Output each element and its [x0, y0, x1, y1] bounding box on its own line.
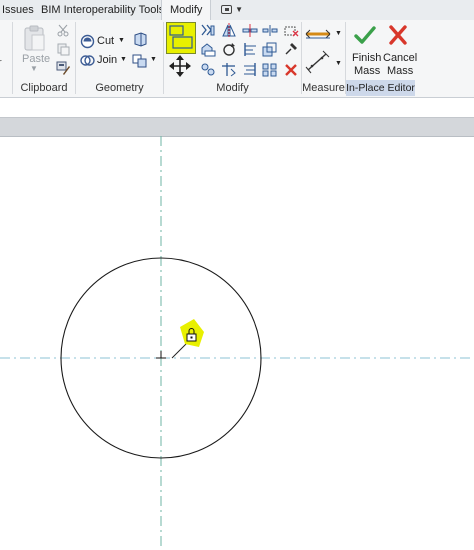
join-dropdown-icon[interactable]: ▼	[120, 56, 127, 63]
options-bar	[0, 117, 474, 137]
dimension-dropdown-icon[interactable]: ▼	[335, 60, 342, 67]
ribbon-tab-bar: Issues BIM Interoperability Tools Modify…	[0, 0, 474, 21]
tab-issues[interactable]: Issues	[2, 0, 34, 20]
cut-off-icon: r	[0, 57, 2, 69]
paste-icon[interactable]	[20, 24, 50, 54]
modify-panel-label: Modify	[216, 82, 249, 94]
align-icon	[169, 25, 193, 49]
finish-mass-label-line1: Finish	[352, 52, 382, 64]
drawing-area	[0, 136, 474, 547]
wall-joins-icon[interactable]	[133, 32, 148, 47]
copy-icon[interactable]	[56, 42, 70, 56]
array-icon[interactable]	[200, 62, 216, 77]
cancel-mass-label-line2: Mass	[387, 65, 414, 77]
trim-extend-icon[interactable]	[242, 42, 258, 57]
delete-icon[interactable]	[283, 62, 299, 77]
split-face-icon[interactable]	[132, 53, 148, 68]
tab-display-options-button[interactable]: ▼	[221, 3, 243, 16]
finish-mass-button[interactable]: Finish Mass	[348, 23, 381, 79]
panel-toggle-icon	[221, 5, 233, 14]
cut-scissors-icon[interactable]	[56, 23, 70, 37]
cancel-mass-button[interactable]: Cancel Mass	[381, 23, 418, 79]
tab-modify[interactable]: Modify	[161, 0, 212, 21]
finish-check-icon	[354, 26, 376, 44]
scale-icon[interactable]	[262, 42, 278, 57]
ribbon: r Paste ▼ Clipboard	[0, 20, 474, 98]
paste-dropdown-icon[interactable]: ▼	[30, 64, 38, 73]
join-geometry-icon	[80, 55, 95, 66]
geometry-panel-label: Geometry	[95, 82, 144, 94]
array-linear-icon[interactable]	[262, 62, 278, 77]
trim-multiple-icon[interactable]	[242, 62, 258, 77]
clipboard-panel-label: Clipboard	[20, 82, 68, 94]
pin-icon[interactable]	[283, 42, 299, 57]
finish-mass-label-line2: Mass	[354, 65, 381, 77]
tab-bim-interoperability-tools[interactable]: BIM Interoperability Tools	[41, 0, 164, 20]
cut-dropdown-icon[interactable]: ▼	[118, 37, 125, 44]
measure-panel-label: Measure	[302, 82, 345, 94]
rotate-icon[interactable]	[221, 42, 237, 57]
copy-element-icon[interactable]	[200, 42, 216, 57]
split-with-gap-icon[interactable]	[262, 23, 278, 38]
move-icon[interactable]	[166, 54, 194, 78]
match-properties-icon[interactable]	[56, 61, 71, 76]
in-place-editor-panel-label: In-Place Editor	[346, 80, 415, 96]
cancel-x-icon	[389, 25, 407, 45]
join-geometry-button[interactable]: Join	[97, 54, 117, 66]
aligned-dimension-icon[interactable]	[304, 50, 332, 74]
highlight-marker	[180, 319, 204, 347]
offset-icon[interactable]	[200, 23, 216, 38]
measure-dropdown-icon[interactable]: ▼	[335, 30, 342, 37]
trim-single-icon[interactable]	[221, 62, 237, 77]
align-tool-highlight[interactable]	[166, 22, 196, 54]
geometry-dropdown-icon[interactable]: ▼	[150, 56, 157, 63]
split-element-icon[interactable]	[242, 23, 258, 38]
cancel-mass-label-line1: Cancel	[383, 52, 418, 64]
mirror-pick-axis-icon[interactable]	[221, 23, 237, 38]
drawing-canvas[interactable]	[0, 136, 474, 547]
cut-geometry-icon	[80, 34, 95, 49]
unpin-icon[interactable]	[283, 23, 299, 38]
measure-between-references-icon[interactable]	[304, 26, 332, 42]
cut-geometry-button[interactable]: Cut	[97, 35, 114, 47]
chevron-down-icon: ▼	[235, 5, 243, 14]
